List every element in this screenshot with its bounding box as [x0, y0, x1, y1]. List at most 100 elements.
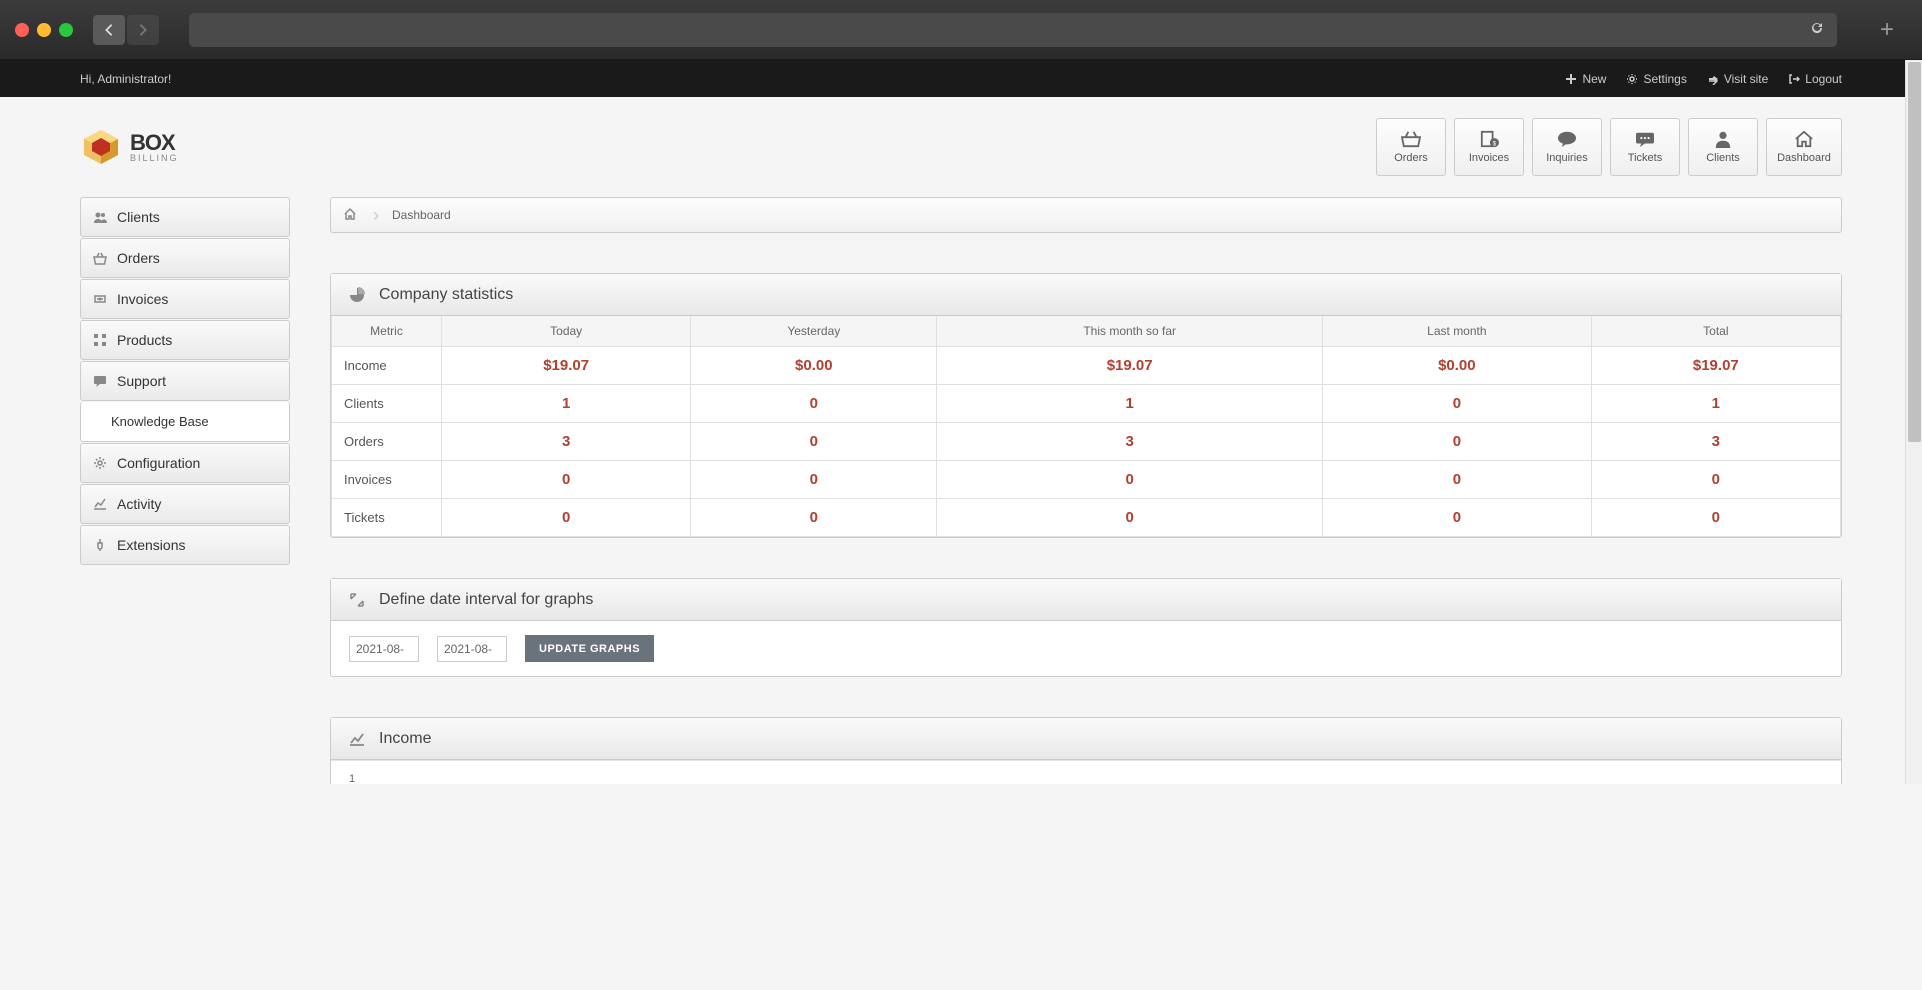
stat-value[interactable]: 0	[442, 461, 691, 499]
stat-value[interactable]: 0	[1591, 461, 1840, 499]
stat-value[interactable]: 0	[937, 499, 1323, 537]
stat-value[interactable]: 0	[691, 461, 937, 499]
forward-button[interactable]	[127, 15, 159, 45]
speech-bubble-icon	[1556, 130, 1578, 148]
sidebar-item-configuration[interactable]: Configuration	[80, 443, 290, 483]
stat-value[interactable]: 0	[937, 461, 1323, 499]
stat-value[interactable]: $0.00	[1323, 347, 1592, 385]
invoices-qb-label: Invoices	[1469, 152, 1509, 164]
url-bar[interactable]	[189, 13, 1837, 47]
date-from-input[interactable]	[349, 636, 419, 662]
visit-site-link[interactable]: Visit site	[1707, 72, 1768, 86]
maximize-window-button[interactable]	[59, 23, 73, 37]
sidebar-label: Activity	[117, 496, 161, 512]
stats-row-orders: Orders 3 0 3 0 3	[332, 423, 1841, 461]
stat-value[interactable]: 0	[691, 423, 937, 461]
new-label: New	[1582, 72, 1606, 86]
sidebar-label: Clients	[117, 209, 160, 225]
stat-value[interactable]: 0	[1323, 423, 1592, 461]
minimize-window-button[interactable]	[37, 23, 51, 37]
close-window-button[interactable]	[15, 23, 29, 37]
stat-value[interactable]: $19.07	[442, 347, 691, 385]
stat-value[interactable]: 0	[1323, 385, 1592, 423]
pie-chart-icon	[349, 287, 365, 303]
stat-value[interactable]: 3	[442, 423, 691, 461]
new-tab-button[interactable]: +	[1867, 10, 1907, 50]
date-interval-panel: Define date interval for graphs UPDATE G…	[330, 578, 1842, 677]
orders-quick-button[interactable]: Orders	[1376, 118, 1446, 176]
stat-value[interactable]: 0	[442, 499, 691, 537]
stat-value[interactable]: 0	[1323, 461, 1592, 499]
col-total: Total	[1591, 316, 1840, 347]
clients-quick-button[interactable]: Clients	[1688, 118, 1758, 176]
gear-icon	[93, 456, 107, 470]
chart-line-icon	[93, 497, 107, 511]
stat-value[interactable]: $0.00	[691, 347, 937, 385]
stat-value[interactable]: 3	[937, 423, 1323, 461]
expand-icon	[349, 592, 365, 608]
new-link[interactable]: New	[1565, 72, 1606, 86]
update-graphs-button[interactable]: UPDATE GRAPHS	[525, 635, 654, 662]
stats-row-tickets: Tickets 0 0 0 0 0	[332, 499, 1841, 537]
reload-icon[interactable]	[1809, 20, 1825, 39]
tickets-qb-label: Tickets	[1628, 152, 1662, 164]
sidebar-item-activity[interactable]: Activity	[80, 484, 290, 524]
stat-value[interactable]: 0	[691, 385, 937, 423]
stat-value[interactable]: 1	[442, 385, 691, 423]
stats-table: Metric Today Yesterday This month so far…	[331, 316, 1841, 537]
dashboard-quick-button[interactable]: Dashboard	[1766, 118, 1842, 176]
stat-value[interactable]: 0	[1591, 499, 1840, 537]
sidebar-item-extensions[interactable]: Extensions	[80, 525, 290, 565]
clients-qb-label: Clients	[1706, 152, 1740, 164]
scrollbar-thumb[interactable]	[1908, 62, 1921, 442]
sidebar-label: Knowledge Base	[111, 414, 209, 429]
stat-value[interactable]: 1	[1591, 385, 1840, 423]
window-controls	[15, 23, 73, 37]
stat-value[interactable]: 0	[1323, 499, 1592, 537]
sidebar-label: Extensions	[117, 537, 185, 553]
logo-sub-text: BILLING	[130, 154, 179, 163]
sidebar-item-invoices[interactable]: Invoices	[80, 279, 290, 319]
invoices-quick-button[interactable]: $ Invoices	[1454, 118, 1524, 176]
money-icon	[93, 292, 107, 306]
nav-buttons	[93, 15, 159, 45]
stats-row-clients: Clients 1 0 1 0 1	[332, 385, 1841, 423]
sidebar-label: Configuration	[117, 455, 200, 471]
chat-icon	[1634, 130, 1656, 148]
breadcrumb-separator: ›	[373, 205, 379, 226]
settings-link[interactable]: Settings	[1626, 72, 1686, 86]
sidebar-item-products[interactable]: Products	[80, 320, 290, 360]
sidebar-item-orders[interactable]: Orders	[80, 238, 290, 278]
svg-text:$: $	[1493, 140, 1497, 147]
inquiries-quick-button[interactable]: Inquiries	[1532, 118, 1602, 176]
scrollbar[interactable]	[1905, 60, 1922, 784]
sidebar-item-knowledge-base[interactable]: Knowledge Base	[80, 402, 290, 442]
sidebar-label: Orders	[117, 250, 160, 266]
logout-icon	[1788, 73, 1800, 85]
stat-value[interactable]: $19.07	[937, 347, 1323, 385]
viewport: Hi, Administrator! New Settings Visit si…	[0, 60, 1922, 784]
panel-title: Define date interval for graphs	[379, 591, 593, 609]
date-to-input[interactable]	[437, 636, 507, 662]
back-button[interactable]	[93, 15, 125, 45]
panel-header: Define date interval for graphs	[331, 579, 1841, 621]
stat-value[interactable]: 0	[691, 499, 937, 537]
logout-link[interactable]: Logout	[1788, 72, 1842, 86]
breadcrumb-page: Dashboard	[392, 208, 451, 222]
sidebar-item-clients[interactable]: Clients	[80, 197, 290, 237]
logo[interactable]: BOX BILLING	[80, 126, 179, 168]
sidebar: Clients Orders Invoices Products Support	[80, 197, 290, 784]
home-icon[interactable]	[343, 207, 357, 224]
topbar: Hi, Administrator! New Settings Visit si…	[0, 60, 1922, 97]
topbar-links: New Settings Visit site Logout	[1565, 72, 1842, 86]
logo-cube-icon	[80, 126, 122, 168]
sidebar-item-support[interactable]: Support	[80, 361, 290, 401]
settings-label: Settings	[1643, 72, 1686, 86]
tickets-quick-button[interactable]: Tickets	[1610, 118, 1680, 176]
stat-value[interactable]: 1	[937, 385, 1323, 423]
stat-value[interactable]: $19.07	[1591, 347, 1840, 385]
stat-value[interactable]: 3	[1591, 423, 1840, 461]
panel-title: Company statistics	[379, 286, 513, 304]
breadcrumb: › Dashboard	[330, 197, 1842, 233]
basket-icon	[1400, 130, 1422, 148]
